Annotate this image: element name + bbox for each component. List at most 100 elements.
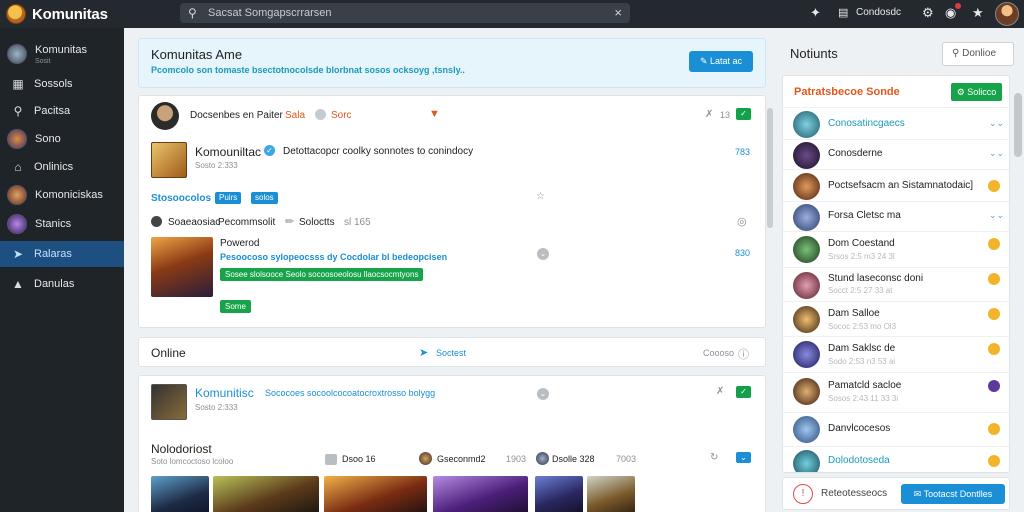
- community-name[interactable]: Komouniltac: [195, 145, 261, 159]
- sidebar-item-danulas[interactable]: ▲ Danulas: [0, 271, 124, 297]
- author-name[interactable]: Docsenbes en Paiter: [190, 110, 283, 121]
- emoji-icon: [988, 343, 1000, 355]
- pin-icon[interactable]: ✦: [810, 5, 821, 21]
- notifications-header-title: Patratsbecoe Sonde: [794, 86, 900, 98]
- sidebar-item-ralaras[interactable]: ➤ Ralaras: [0, 241, 124, 267]
- content-button[interactable]: Some: [220, 300, 251, 313]
- list-icon[interactable]: ▤: [838, 6, 848, 19]
- item-time: Srsos 2:5 m3 24 3l: [828, 252, 895, 261]
- notification-badge: [955, 3, 961, 9]
- filter-dropdown[interactable]: ⚲ Donlioe: [942, 42, 1014, 66]
- stat-value: 7003: [616, 454, 637, 464]
- item-time: Socct 2:5 27 33 at: [828, 286, 893, 295]
- komunitas-logo-icon: [6, 4, 26, 24]
- item-name: Dam Salloe: [828, 308, 880, 319]
- gallery-image[interactable]: [433, 476, 528, 512]
- check-icon[interactable]: ✓: [736, 386, 751, 398]
- gallery-image[interactable]: [324, 476, 427, 512]
- list-item[interactable]: Pamatcld sacloe Sosos 2:43 11 33 3i: [783, 372, 1009, 412]
- settings-icon[interactable]: ⚙: [922, 5, 934, 21]
- author-avatar[interactable]: [151, 102, 179, 130]
- gallery-image[interactable]: [587, 476, 635, 512]
- sidebar-item-sossols[interactable]: ▦ Sossols: [0, 71, 124, 97]
- notifications-header-button[interactable]: ⚙ Solicco: [951, 83, 1002, 101]
- camera-icon[interactable]: ◎: [737, 215, 747, 228]
- chevron-down-icon[interactable]: ⌄: [537, 388, 549, 400]
- content-description: Pesoocoso sylopeocsss dy Cocdolar bl bed…: [220, 252, 448, 262]
- list-item[interactable]: Conosatincgaecs ⌄⌄: [783, 107, 1009, 139]
- tag-chip[interactable]: Puirs: [215, 192, 242, 204]
- banner-button[interactable]: ✎ Latat ac: [689, 51, 753, 72]
- chevron-down-icon[interactable]: ⌄⌄: [989, 148, 1004, 159]
- list-item[interactable]: Dam Saklsc de Sodo 2:53 n3 53 ai: [783, 336, 1009, 372]
- section-title: Nolodoriost: [151, 442, 212, 456]
- main-scrollbar[interactable]: [767, 108, 773, 228]
- post-image[interactable]: [151, 237, 213, 297]
- search-input[interactable]: ⚲ Sacsat Somgapscrrarsen ×: [180, 3, 630, 23]
- user-avatar: [793, 341, 820, 368]
- post-card: Docsenbes en Paiter Sala Sorc ▼ ✗ 13 ✓ K…: [138, 95, 766, 328]
- list-item[interactable]: Forsa Cletsc ma ⌄⌄: [783, 201, 1009, 231]
- community-name[interactable]: Komunitisc: [195, 386, 254, 400]
- sidebar-item-sublabel: Sosit: [35, 58, 51, 65]
- gallery-image[interactable]: [213, 476, 319, 512]
- list-item[interactable]: Dolodotoseda: [783, 446, 1009, 472]
- chevron-down-icon[interactable]: ⌄⌄: [989, 210, 1004, 221]
- sidebar-item-label: Ralaras: [34, 248, 72, 260]
- refresh-icon[interactable]: ↻: [710, 452, 718, 463]
- right-panel-scrollbar[interactable]: [1014, 93, 1022, 157]
- list-item[interactable]: Poctsefsacm an Sistamnatodaic]: [783, 169, 1009, 201]
- avatar[interactable]: [995, 2, 1019, 26]
- gallery-image[interactable]: [535, 476, 583, 512]
- expand-icon[interactable]: ⌄: [736, 452, 751, 463]
- sidebar-item-sono[interactable]: Sono: [0, 126, 124, 152]
- info-icon[interactable]: ⓘ: [738, 346, 749, 362]
- community-description: Sococoes socoolcocoatocroxtrosso bolygg: [265, 388, 436, 398]
- favorites-icon[interactable]: ★: [972, 5, 984, 21]
- list-item[interactable]: Dam Salloe Sococ 2:53 mo Ol3: [783, 301, 1009, 336]
- list-item[interactable]: Danvlcocesos: [783, 412, 1009, 446]
- list-item[interactable]: Conosderne ⌄⌄: [783, 139, 1009, 169]
- share-row-action: Soloctts: [299, 217, 335, 228]
- user-avatar: [7, 214, 27, 234]
- community-time: Sosto 2:333: [195, 403, 238, 412]
- sidebar-item-label: Danulas: [34, 278, 75, 290]
- search-icon: ⚲: [13, 104, 23, 118]
- online-center-link[interactable]: Soctest: [436, 348, 466, 358]
- right-panel-title: Notiunts: [790, 46, 838, 61]
- item-name: Poctsefsacm an Sistamnatodaic]: [828, 180, 974, 191]
- gallery-image[interactable]: [151, 476, 209, 512]
- share-icon[interactable]: ✗: [705, 109, 713, 120]
- list-item[interactable]: Dom Coestand Srsos 2:5 m3 24 3l: [783, 231, 1009, 267]
- list-item[interactable]: Stund laseconsc doni Socct 2:5 27 33 at: [783, 267, 1009, 301]
- share-count: 13: [720, 110, 731, 120]
- star-icon[interactable]: ☆: [536, 191, 545, 202]
- brand[interactable]: Komunitas: [6, 3, 108, 25]
- share-row-user: Soaeaosiac: [168, 217, 221, 228]
- footer-button[interactable]: ✉ Tootacst Dontlles: [901, 484, 1005, 504]
- chevron-down-icon[interactable]: ⌄: [537, 248, 549, 260]
- close-icon[interactable]: ×: [614, 5, 622, 20]
- check-icon[interactable]: ✓: [736, 108, 751, 120]
- sidebar-item-onlinics[interactable]: ⌂ Onlinics: [0, 154, 124, 180]
- chevron-down-icon[interactable]: ⌄⌄: [989, 118, 1004, 129]
- content-title[interactable]: Powerod: [220, 238, 259, 249]
- community-icon[interactable]: [151, 142, 187, 178]
- user-avatar: [419, 452, 432, 465]
- user-icon: [151, 216, 162, 227]
- sidebar-item-pacitsa[interactable]: ⚲ Pacitsa: [0, 98, 124, 124]
- section-subtitle: Soto lomcoctoso lcoloo: [151, 457, 234, 466]
- user-avatar: [793, 272, 820, 299]
- user-menu[interactable]: Condosdc: [856, 7, 901, 18]
- sidebar-item-komunitas[interactable]: Komunitas Sosit: [0, 40, 124, 68]
- share-row-count: sl 165: [344, 217, 371, 228]
- mountain-icon: ▲: [12, 277, 24, 291]
- sidebar-item-komoniciskas[interactable]: Komoniciskas: [0, 182, 124, 208]
- user-avatar: [793, 111, 820, 138]
- sidebar-item-stanics[interactable]: Stanics: [0, 211, 124, 237]
- search-placeholder: Sacsat Somgapscrrarsen: [208, 7, 332, 19]
- tag-chip[interactable]: solos: [251, 192, 278, 204]
- community-stat: 783: [735, 147, 751, 157]
- share-icon[interactable]: ✗: [716, 386, 724, 397]
- community-icon[interactable]: [151, 384, 187, 420]
